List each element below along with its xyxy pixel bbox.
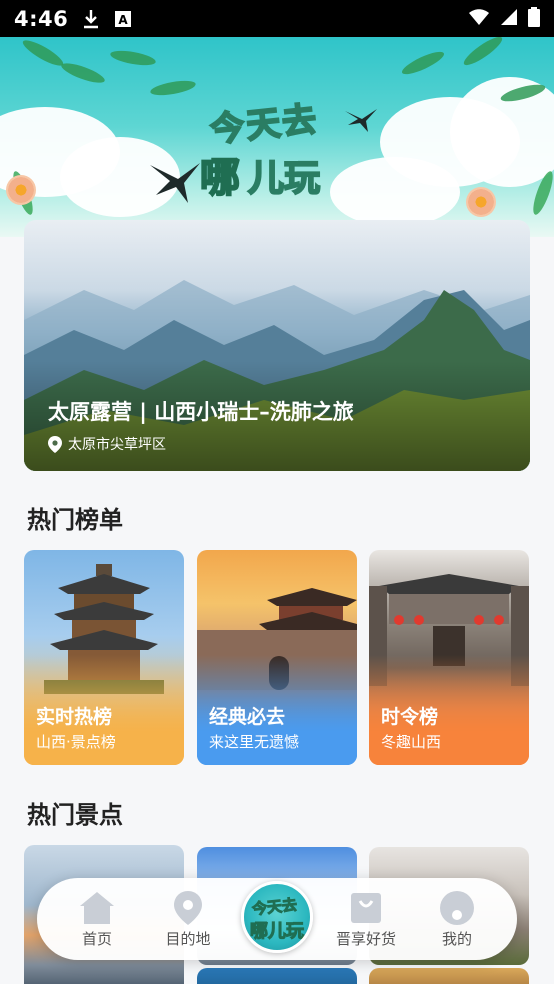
nav-profile[interactable]: 我的 [419, 890, 495, 949]
nav-center-logo-button[interactable]: 今天去 哪儿玩 [241, 881, 313, 953]
nav-shop[interactable]: 晋享好货 [328, 890, 404, 949]
nav-label: 目的地 [165, 929, 211, 948]
scenic-card[interactable] [369, 968, 529, 984]
location-pin-icon [48, 435, 62, 453]
featured-location-text: 太原市尖草坪区 [68, 437, 166, 453]
location-pin-icon [174, 890, 202, 925]
battery-icon [528, 6, 540, 31]
logo-line-2: 哪 [199, 154, 241, 202]
shopping-bag-icon [351, 892, 381, 923]
nav-destination[interactable]: 目的地 [150, 890, 226, 949]
logo-line-3: 儿玩 [247, 157, 321, 200]
rank-card-realtime[interactable]: 实时热榜 山西·景点榜 [24, 550, 184, 765]
nav-label: 我的 [441, 929, 472, 948]
rank-card-title: 时令榜 [381, 706, 439, 728]
featured-card[interactable]: 太原露营 | 山西小瑞士–洗肺之旅 太原市尖草坪区 [24, 220, 530, 471]
nav-label: 晋享好货 [335, 929, 396, 948]
rank-card-subtitle: 来这里无遗憾 [209, 733, 300, 751]
wifi-icon [468, 8, 490, 30]
rank-card-subtitle: 冬趣山西 [381, 733, 442, 751]
header-banner: 今天去 哪 儿玩 [0, 37, 554, 237]
center-logo-line-1: 今天去 [251, 895, 299, 919]
rank-card-title: 经典必去 [209, 706, 286, 728]
home-icon [80, 891, 114, 924]
app-logo: 今天去 哪 儿玩 [199, 97, 360, 207]
a-square-icon: A [114, 10, 132, 28]
rank-card-classic[interactable]: 经典必去 来这里无遗憾 [197, 550, 357, 765]
featured-location: 太原市尖草坪区 [48, 434, 166, 454]
rank-card-title: 实时热榜 [36, 706, 113, 728]
nav-label: 首页 [81, 929, 112, 948]
hot-list-title: 热门榜单 [27, 506, 123, 534]
signal-icon [500, 8, 518, 30]
hot-spots-title: 热门景点 [27, 801, 123, 829]
download-icon [82, 9, 100, 29]
bottom-nav: 首页 目的地 今天去 哪儿玩 晋享好货 我的 [37, 878, 517, 960]
scenic-card[interactable] [197, 968, 357, 984]
logo-line-1: 今天去 [208, 98, 322, 151]
profile-icon [440, 890, 474, 925]
status-bar: 4:46 A [0, 0, 554, 37]
svg-text:A: A [119, 13, 129, 27]
rank-card-subtitle: 山西·景点榜 [36, 733, 116, 751]
swallow-icon [150, 163, 200, 203]
nav-home[interactable]: 首页 [59, 890, 135, 949]
rank-card-seasonal[interactable]: 时令榜 冬趣山西 [369, 550, 529, 765]
center-logo-line-2: 哪儿玩 [250, 921, 305, 943]
featured-title: 太原露营 | 山西小瑞士–洗肺之旅 [48, 400, 354, 424]
status-time: 4:46 [14, 6, 69, 31]
